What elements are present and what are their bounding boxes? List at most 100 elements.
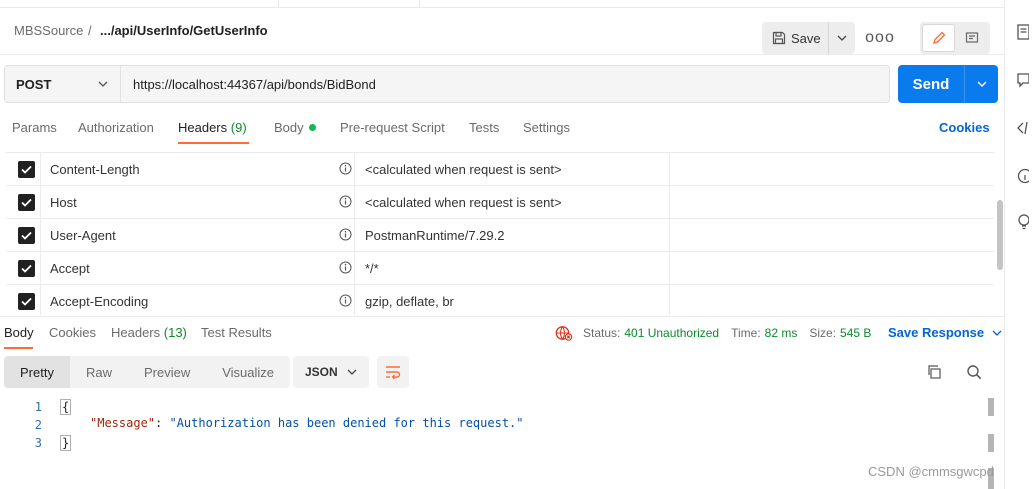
send-button[interactable]: Send	[898, 65, 964, 103]
line-number: 2	[34, 418, 42, 432]
tab-response-headers[interactable]: Headers (13)	[111, 325, 187, 340]
tab-test-results[interactable]: Test Results	[201, 325, 272, 340]
copy-response-button[interactable]	[922, 360, 946, 384]
breadcrumb-current-request[interactable]: .../api/UserInfo/GetUserInfo	[100, 23, 268, 38]
column-divider	[669, 252, 670, 285]
format-preview-button[interactable]: Preview	[128, 356, 206, 388]
tab-response-cookies[interactable]: Cookies	[49, 325, 96, 340]
header-enabled-checkbox[interactable]	[18, 227, 35, 244]
header-enabled-checkbox[interactable]	[18, 293, 35, 310]
info-icon[interactable]	[339, 261, 352, 274]
column-divider	[40, 153, 41, 186]
tab-tests[interactable]: Tests	[469, 120, 499, 135]
header-key[interactable]: Host	[50, 195, 77, 210]
column-divider	[354, 219, 355, 252]
search-response-button[interactable]	[962, 360, 986, 384]
headers-scrollbar[interactable]	[997, 150, 1003, 314]
wrap-lines-icon	[386, 366, 401, 379]
more-actions-button[interactable]: ooo	[865, 22, 894, 54]
lightbulb-icon[interactable]	[1017, 214, 1032, 230]
header-enabled-checkbox[interactable]	[18, 194, 35, 211]
check-icon	[21, 198, 32, 207]
tab-response-body[interactable]: Body	[4, 325, 34, 340]
info-icon[interactable]	[339, 294, 352, 307]
size-value[interactable]: 545 B	[840, 326, 871, 340]
column-divider	[354, 285, 355, 315]
tab-label: Body	[4, 325, 34, 340]
save-options-button[interactable]	[828, 22, 855, 54]
tab-label: Authorization	[78, 120, 154, 135]
status-value[interactable]: 401 Unauthorized	[624, 326, 719, 340]
chevron-down-icon	[977, 81, 986, 87]
url-input[interactable]	[121, 66, 889, 102]
scrollbar-thumb[interactable]	[997, 200, 1003, 270]
request-url-bar: POST	[4, 65, 890, 103]
header-value[interactable]: PostmanRuntime/7.29.2	[365, 228, 504, 243]
json-line: "Message": "Authorization has been denie…	[90, 416, 524, 430]
format-raw-button[interactable]: Raw	[70, 356, 128, 388]
tab-label: Headers	[178, 120, 228, 135]
response-body-editor[interactable]: 1 2 3 { "Message": "Authorization has be…	[0, 398, 1000, 458]
save-response-button[interactable]: Save Response	[888, 325, 1002, 340]
tab-label: Headers	[111, 325, 161, 340]
documentation-mode-button[interactable]	[955, 24, 988, 52]
tab-settings[interactable]: Settings	[523, 120, 570, 135]
line-number: 1	[34, 400, 42, 414]
tab-params[interactable]: Params	[12, 120, 57, 135]
time-label: Time:	[731, 326, 761, 340]
header-enabled-checkbox[interactable]	[18, 161, 35, 178]
response-status: Status: 401 Unauthorized Time: 82 ms Siz…	[555, 325, 883, 341]
cookies-link[interactable]: Cookies	[939, 120, 990, 135]
column-divider	[354, 252, 355, 285]
info-icon[interactable]	[339, 228, 352, 241]
code-snippet-icon[interactable]	[1017, 120, 1032, 136]
tab-strip	[0, 0, 1004, 8]
documentation-icon[interactable]	[1017, 24, 1032, 40]
header-key[interactable]: Accept-Encoding	[50, 294, 148, 309]
header-value[interactable]: */*	[365, 261, 379, 276]
send-button-group: Send	[898, 65, 998, 103]
breadcrumb-collection[interactable]: MBSSource	[14, 23, 83, 38]
tab-label: Test Results	[201, 325, 272, 340]
edit-mode-button[interactable]	[922, 24, 955, 52]
info-icon[interactable]	[339, 195, 352, 208]
header-enabled-checkbox[interactable]	[18, 260, 35, 277]
time-value[interactable]: 82 ms	[765, 326, 798, 340]
view-mode-toggle	[920, 22, 990, 54]
headers-table: Content-Length <calculated when request …	[6, 152, 994, 315]
active-tab-indicator	[178, 142, 249, 144]
wrap-lines-button[interactable]	[377, 356, 409, 388]
tab-authorization[interactable]: Authorization	[78, 120, 154, 135]
json-open-brace: {	[60, 399, 72, 415]
body-indicator-dot	[308, 124, 316, 131]
header-value[interactable]: gzip, deflate, br	[365, 294, 454, 309]
save-button[interactable]: Save	[762, 22, 828, 54]
json-close-brace: }	[60, 435, 72, 451]
http-method-select[interactable]: POST	[5, 66, 121, 102]
format-segmented-control: Pretty Raw Preview Visualize	[4, 356, 291, 388]
language-select[interactable]: JSON	[293, 356, 369, 388]
tab-count: (13)	[163, 325, 187, 340]
info-icon[interactable]	[1017, 168, 1032, 184]
header-value[interactable]: <calculated when request is sent>	[365, 195, 562, 210]
header-key[interactable]: Content-Length	[50, 162, 140, 177]
tab-body[interactable]: Body	[274, 120, 316, 135]
format-pretty-button[interactable]: Pretty	[4, 356, 70, 388]
tab-headers[interactable]: Headers (9)	[178, 120, 247, 135]
header-key[interactable]: Accept	[50, 261, 90, 276]
header-value[interactable]: <calculated when request is sent>	[365, 162, 562, 177]
copy-icon	[928, 365, 941, 379]
comments-icon[interactable]	[1017, 72, 1032, 88]
info-icon[interactable]	[339, 162, 352, 175]
globe-error-icon[interactable]	[555, 325, 573, 341]
language-select-value: JSON	[305, 365, 338, 379]
check-icon	[21, 297, 32, 306]
format-visualize-button[interactable]: Visualize	[206, 356, 290, 388]
response-scrollbar[interactable]	[988, 398, 994, 489]
scrollbar-segment	[988, 398, 994, 416]
tab-pre-request-script[interactable]: Pre-request Script	[340, 120, 445, 135]
column-divider	[40, 252, 41, 285]
send-options-button[interactable]	[964, 65, 998, 103]
table-row: Accept-Encoding gzip, deflate, br	[6, 285, 994, 315]
header-key[interactable]: User-Agent	[50, 228, 116, 243]
